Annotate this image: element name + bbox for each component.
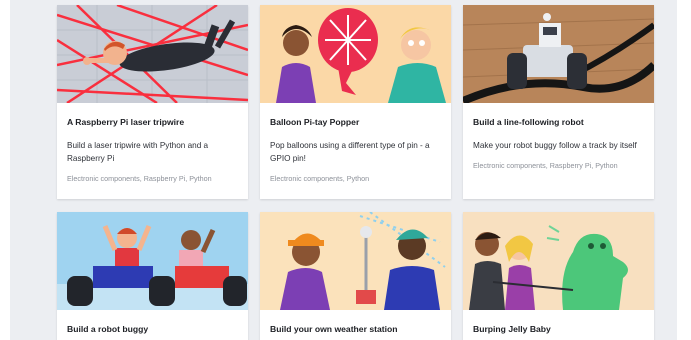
project-card-robot-buggy[interactable]: Build a robot buggy: [57, 212, 248, 340]
project-card-laser-tripwire[interactable]: A Raspberry Pi laser tripwire Build a la…: [57, 5, 248, 199]
project-card-weather-station[interactable]: Build your own weather station: [260, 212, 451, 340]
project-thumbnail: [260, 5, 451, 103]
project-tags: Electronic components, Python: [270, 174, 370, 183]
project-grid: A Raspberry Pi laser tripwire Build a la…: [57, 5, 654, 340]
project-title[interactable]: A Raspberry Pi laser tripwire: [67, 117, 238, 128]
project-thumbnail: [260, 212, 451, 310]
project-description: Pop balloons using a different type of p…: [270, 141, 430, 163]
page-left-margin: [0, 0, 10, 340]
project-title[interactable]: Build a line-following robot: [473, 117, 644, 128]
project-card-line-following-robot[interactable]: Build a line-following robot Make your r…: [463, 5, 654, 199]
project-description: Build a laser tripwire with Python and a…: [67, 141, 209, 163]
project-card-burping-jelly-baby[interactable]: Burping Jelly Baby: [463, 212, 654, 340]
page-right-margin: [677, 0, 691, 340]
project-thumbnail: [463, 5, 654, 103]
project-thumbnail: [57, 212, 248, 310]
project-title[interactable]: Burping Jelly Baby: [473, 324, 644, 335]
project-thumbnail: [463, 212, 654, 310]
project-tags: Electronic components, Raspberry Pi, Pyt…: [473, 161, 618, 170]
project-title[interactable]: Balloon Pi-tay Popper: [270, 117, 441, 128]
project-title[interactable]: Build your own weather station: [270, 324, 441, 335]
project-tags: Electronic components, Raspberry Pi, Pyt…: [67, 174, 212, 183]
project-title[interactable]: Build a robot buggy: [67, 324, 238, 335]
project-description: Make your robot buggy follow a track by …: [473, 141, 637, 150]
project-card-balloon-popper[interactable]: Balloon Pi-tay Popper Pop balloons using…: [260, 5, 451, 199]
project-thumbnail: [57, 5, 248, 103]
